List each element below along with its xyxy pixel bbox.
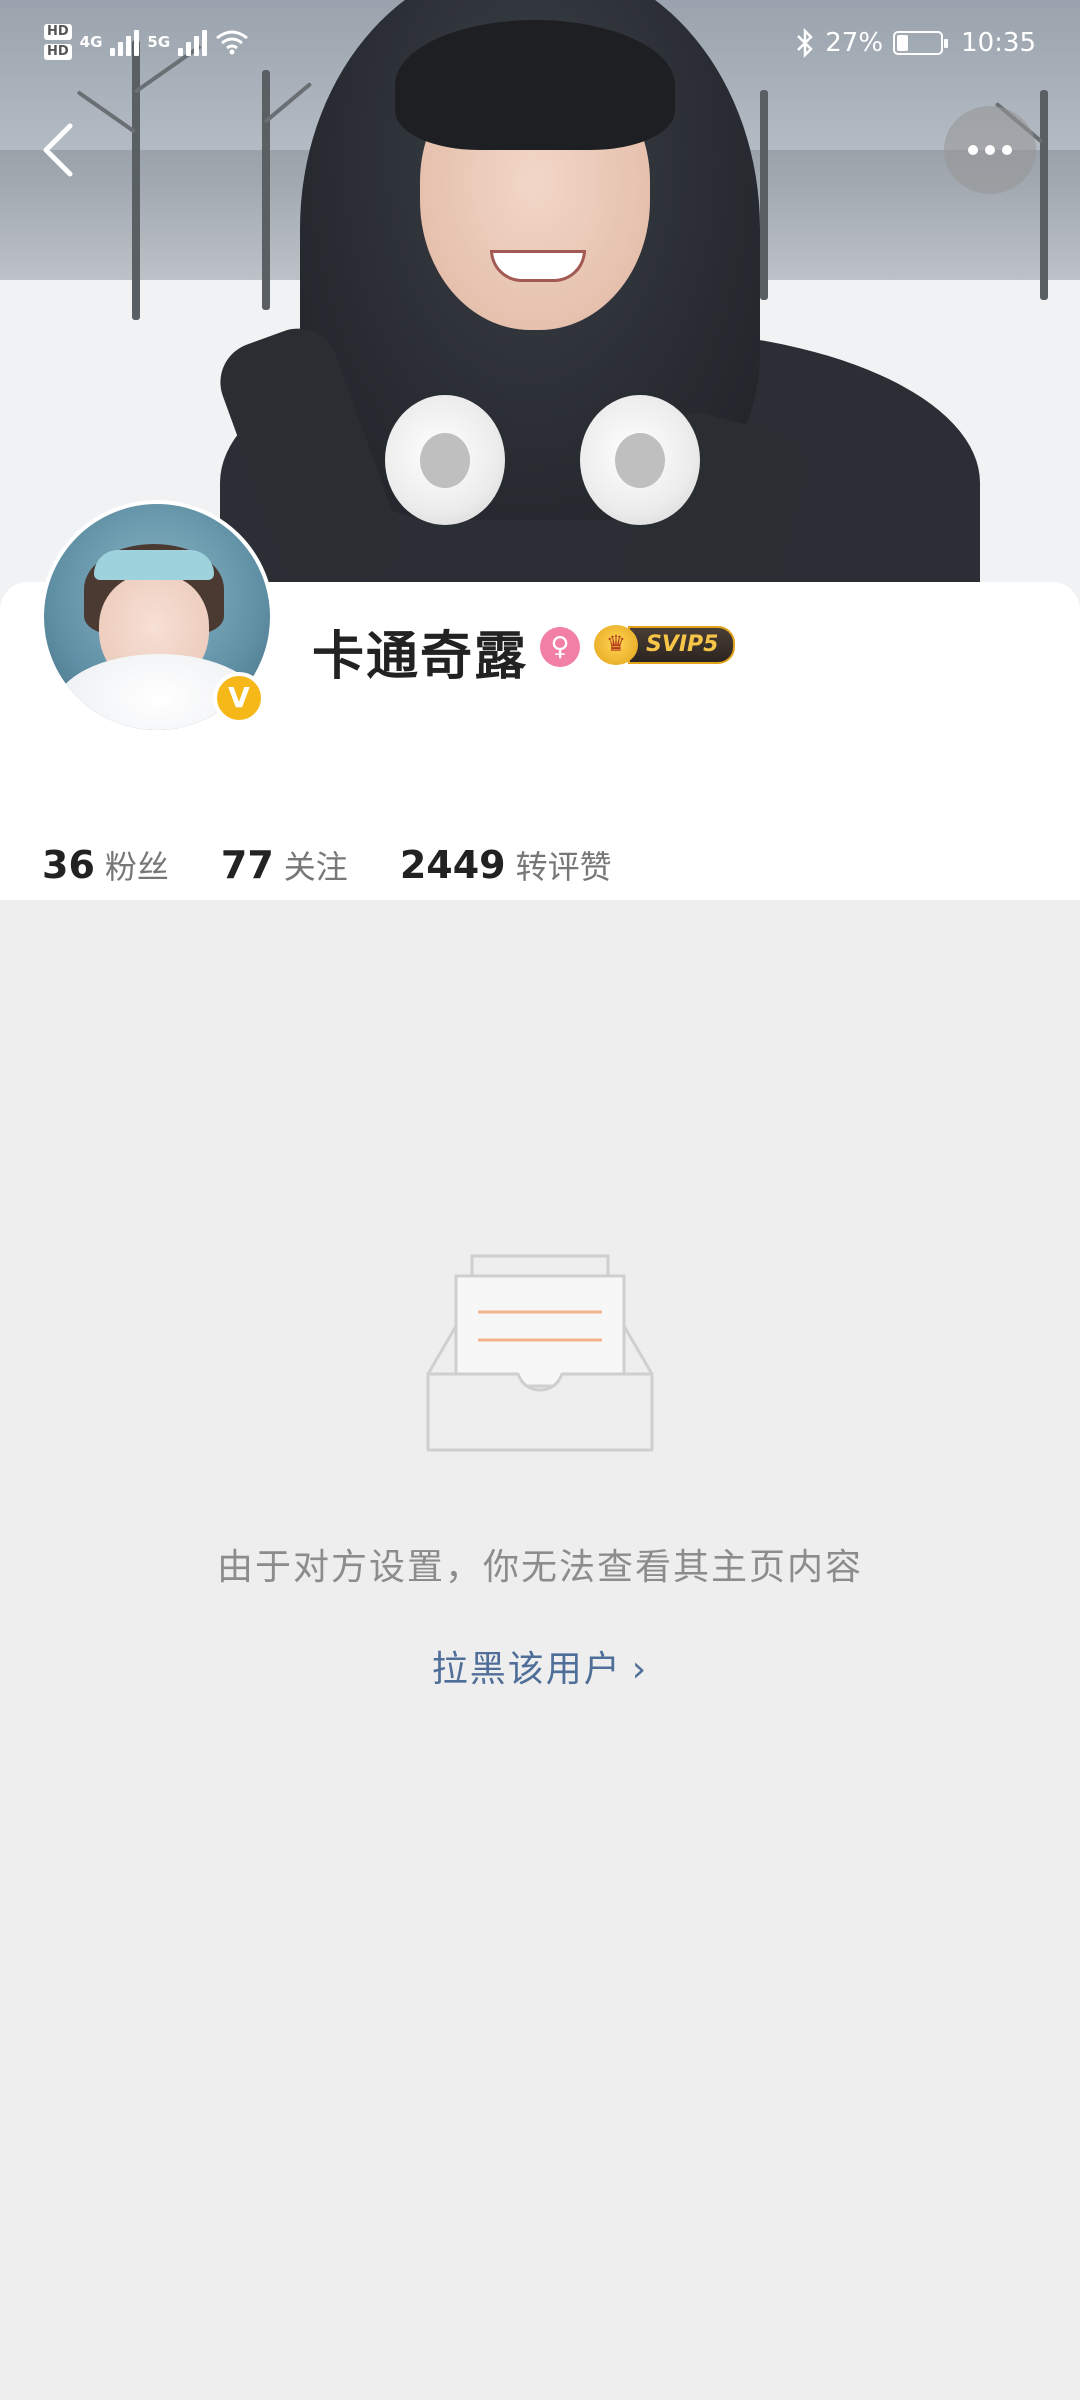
stat-followers[interactable]: 36 粉丝 [42,842,169,888]
more-dot [985,145,995,155]
back-button[interactable] [38,118,78,182]
cover-earmuff [580,395,700,525]
more-horizontal-icon [968,145,978,155]
stat-interactions[interactable]: 2449 转评赞 [400,842,612,888]
chevron-left-icon [43,123,73,177]
vip-badge[interactable]: ♛ SVIP5 [594,625,735,665]
clock: 10:35 [961,28,1036,58]
bluetooth-icon [797,28,814,58]
avatar-headband [94,550,214,580]
stat-label: 粉丝 [104,848,169,886]
hd-indicator: HD [44,44,72,60]
profile-nickname: 卡通奇露 [312,627,529,687]
profile-stats: 36 粉丝 77 关注 2449 转评赞 [42,842,664,888]
verified-badge: V [213,672,265,724]
block-user-link[interactable]: 拉黑该用户 › [0,1640,1080,1692]
cover-tree [1040,90,1048,300]
battery-percent: 27% [825,28,884,58]
network-type-label: 5G [147,33,171,51]
more-dot [1002,145,1012,155]
cover-tree [760,90,768,300]
signal-icon [178,28,208,56]
wifi-icon [216,30,249,55]
empty-state-message: 由于对方设置，你无法查看其主页内容 [216,1547,863,1588]
status-bar: HD HD 4G 5G 27% 10:35 [0,0,1080,100]
stat-value: 77 [220,843,274,887]
chevron-right-icon: › [631,1649,649,1690]
hd-indicator: HD [44,24,72,40]
battery-icon [893,31,949,55]
signal-icon [110,28,140,56]
stat-value: 36 [42,843,95,887]
cover-tree [262,70,270,310]
more-options-button[interactable] [944,106,1036,194]
cover-earmuff [385,395,505,525]
stat-label: 转评赞 [515,848,612,886]
vip-level-label: SVIP5 [628,626,735,664]
female-icon: ♀ [540,627,580,667]
stat-following[interactable]: 77 关注 [221,842,348,888]
stat-label: 关注 [283,848,348,886]
empty-inbox-icon [426,1254,654,1452]
stat-value: 2449 [399,843,506,887]
network-type-label: 4G [79,33,103,51]
block-user-label: 拉黑该用户 [431,1649,622,1690]
crown-icon: ♛ [594,625,638,665]
